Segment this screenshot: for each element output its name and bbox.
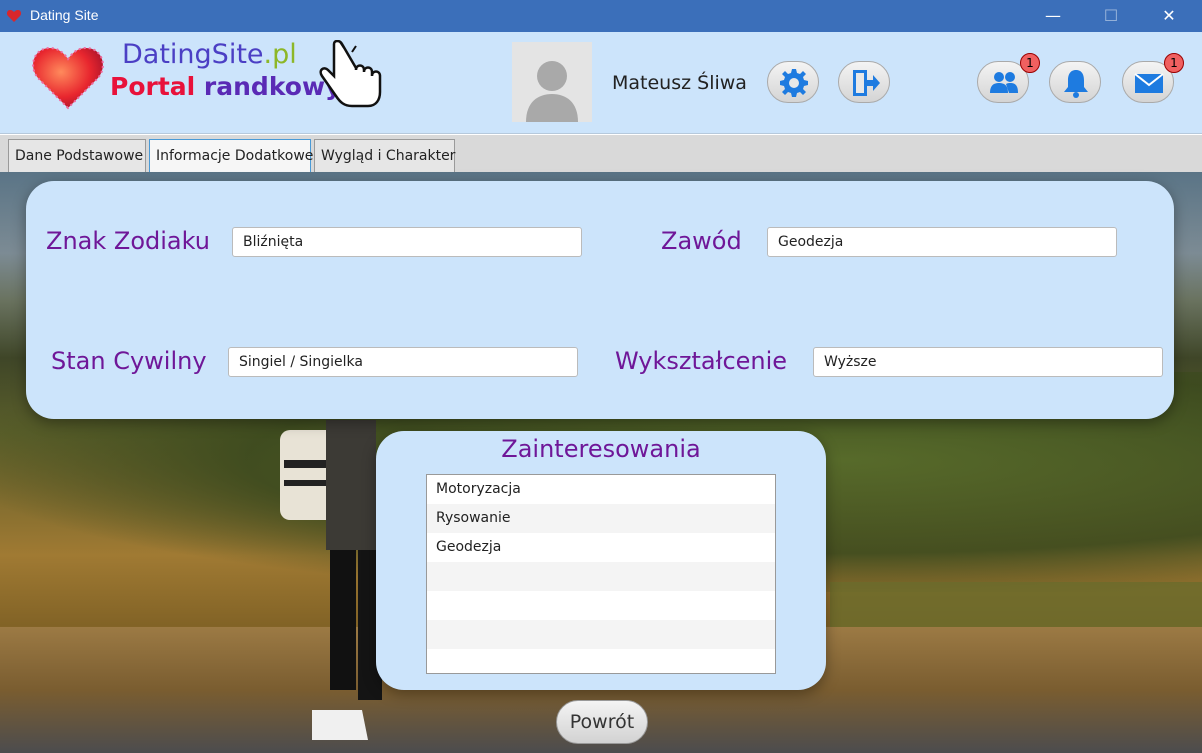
gear-icon (780, 69, 808, 97)
tab-wyglad-i-charakter[interactable]: Wygląd i Charakter (314, 139, 455, 172)
minimize-button[interactable]: — (1030, 0, 1076, 32)
heart-logo-icon (32, 46, 104, 110)
tab-informacje-dodatkowe[interactable]: Informacje Dodatkowe (149, 139, 313, 172)
messages-badge: 1 (1164, 53, 1184, 73)
marital-status-field[interactable]: Singiel / Singielka (228, 347, 578, 377)
avatar[interactable] (512, 42, 592, 122)
pointer-hand-icon (319, 40, 382, 108)
logout-icon (853, 70, 880, 96)
marital-status-label: Stan Cywilny (51, 347, 207, 375)
zodiac-field[interactable]: Bliźnięta (232, 227, 582, 257)
app-header: DatingSite.pl Portal randkowy Mateusz Śl… (0, 32, 1202, 134)
notifications-button[interactable] (1049, 61, 1101, 103)
interests-title: Zainteresowania (501, 435, 701, 463)
interests-list[interactable]: Motoryzacja Rysowanie Geodezja (426, 474, 776, 674)
logout-button[interactable] (838, 61, 890, 103)
window-titlebar: Dating Site — ☐ ✕ (0, 0, 1202, 32)
tab-dane-podstawowe[interactable]: Dane Podstawowe (8, 139, 146, 172)
user-silhouette-icon (526, 61, 578, 122)
additional-info-panel: Znak Zodiaku Bliźnięta Zawód Geodezja St… (26, 181, 1174, 419)
list-item[interactable]: Motoryzacja (427, 475, 775, 504)
job-label: Zawód (661, 227, 742, 255)
education-label: Wykształcenie (615, 347, 788, 375)
person-figure (280, 420, 382, 740)
list-item[interactable] (427, 620, 775, 649)
heart-app-icon (6, 10, 22, 22)
username: Mateusz Śliwa (612, 72, 747, 94)
window-title: Dating Site (30, 7, 99, 23)
envelope-icon (1134, 73, 1164, 93)
friends-badge: 1 (1020, 53, 1040, 73)
list-item[interactable] (427, 649, 775, 673)
settings-button[interactable] (767, 61, 819, 103)
close-button[interactable]: ✕ (1146, 0, 1192, 32)
logo-subtitle: Portal randkowy (110, 72, 342, 101)
zodiac-label: Znak Zodiaku (46, 227, 210, 255)
job-field[interactable]: Geodezja (767, 227, 1117, 257)
back-button[interactable]: Powrót (556, 700, 648, 744)
interests-panel: Zainteresowania Motoryzacja Rysowanie Ge… (376, 431, 826, 690)
users-icon (990, 72, 1018, 93)
list-item[interactable]: Rysowanie (427, 504, 775, 533)
education-field[interactable]: Wyższe (813, 347, 1163, 377)
list-item[interactable]: Geodezja (427, 533, 775, 562)
tab-bar: Dane Podstawowe Informacje Dodatkowe Wyg… (0, 135, 1202, 173)
maximize-button[interactable]: ☐ (1088, 0, 1134, 32)
list-item[interactable] (427, 562, 775, 591)
list-item[interactable] (427, 591, 775, 620)
logo-title: DatingSite.pl (122, 39, 297, 70)
bell-icon (1064, 70, 1088, 98)
